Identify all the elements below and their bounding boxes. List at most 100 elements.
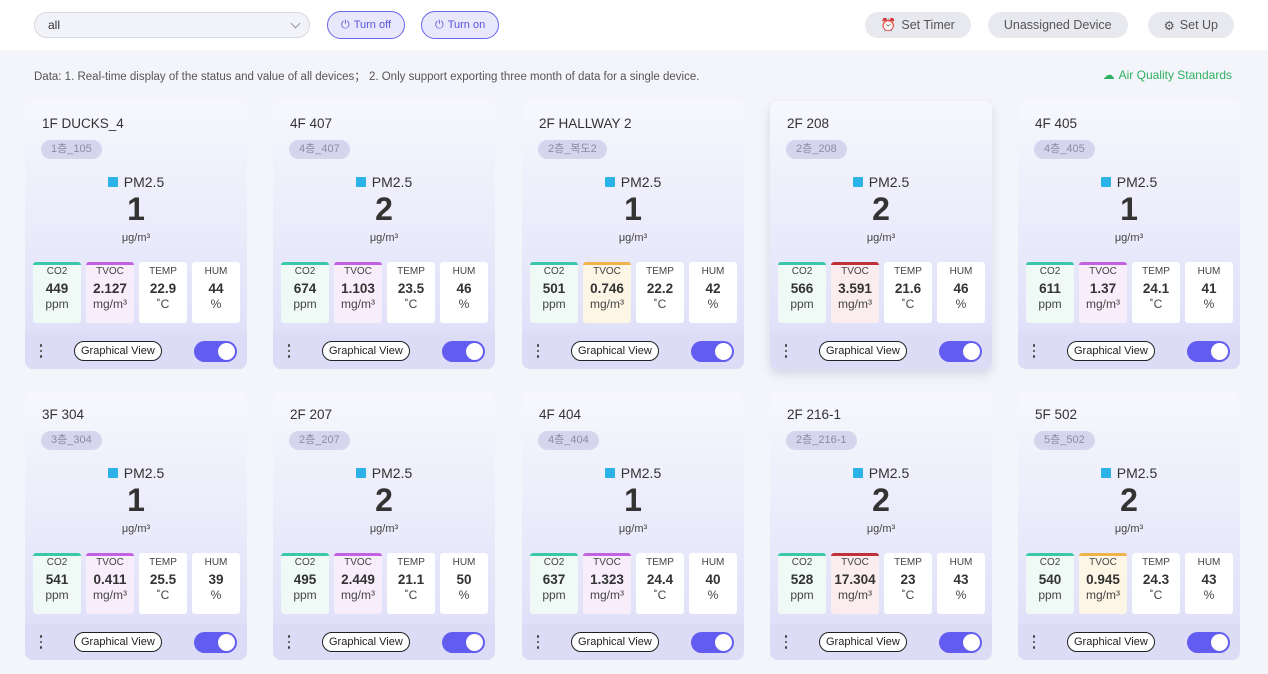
hum-label: HUM — [1197, 266, 1221, 277]
temp-value: 21.1 — [397, 572, 425, 587]
co2-unit: ppm — [293, 297, 317, 311]
set-timer-button[interactable]: ⏰ Set Timer — [864, 12, 971, 38]
tvoc-value: 0.945 — [1086, 572, 1120, 587]
pm-label-row: PM2.5 — [25, 465, 247, 481]
power-icon: ⏻ — [341, 18, 350, 31]
pm-unit: μg/m³ — [618, 523, 648, 535]
co2-metric: CO2 501 ppm — [530, 262, 578, 323]
unassigned-device-button[interactable]: Unassigned Device — [987, 12, 1128, 38]
graphical-view-button[interactable]: Graphical View — [74, 632, 162, 652]
tvoc-label: TVOC — [96, 557, 124, 568]
graphical-view-button[interactable]: Graphical View — [322, 632, 410, 652]
graphical-view-button[interactable]: Graphical View — [1067, 341, 1155, 361]
temp-label: TEMP — [397, 266, 425, 277]
device-power-toggle[interactable] — [1187, 340, 1230, 362]
card-footer: Graphical View — [522, 333, 744, 369]
hum-value: 46 — [456, 281, 472, 296]
temp-metric: TEMP 22.2 ˚C — [636, 262, 684, 323]
co2-value: 637 — [542, 572, 566, 587]
co2-metric: CO2 611 ppm — [1026, 262, 1074, 323]
co2-label: CO2 — [791, 557, 813, 568]
device-tag: 2층_207 — [289, 431, 350, 450]
graphical-view-button[interactable]: Graphical View — [571, 632, 659, 652]
air-quality-standards-link[interactable]: ☁ Air Quality Standards — [1103, 68, 1232, 82]
more-options-icon[interactable] — [784, 635, 788, 649]
device-card[interactable]: 2F 207 2층_207 PM2.5 2 μg/m³ CO2 495 ppm … — [273, 392, 495, 660]
device-name: 5F 502 — [1035, 407, 1078, 422]
tvoc-metric: TVOC 0.746 mg/m³ — [583, 262, 631, 323]
device-filter-select[interactable]: all — [34, 12, 310, 38]
device-card[interactable]: 1F DUCKS_4 1층_105 PM2.5 1 μg/m³ CO2 449 … — [25, 101, 247, 369]
tvoc-metric: TVOC 0.411 mg/m³ — [86, 553, 134, 614]
co2-unit: ppm — [45, 297, 69, 311]
card-footer: Graphical View — [1018, 333, 1240, 369]
more-options-icon[interactable] — [39, 344, 43, 358]
temp-metric: TEMP 21.6 ˚C — [884, 262, 932, 323]
more-options-icon[interactable] — [287, 344, 291, 358]
device-card[interactable]: 2F 216-1 2층_216-1 PM2.5 2 μg/m³ CO2 528 … — [770, 392, 992, 660]
more-options-icon[interactable] — [536, 635, 540, 649]
pm-value: 2 — [872, 482, 890, 518]
graphical-view-button[interactable]: Graphical View — [819, 632, 907, 652]
temp-value: 24.4 — [646, 572, 674, 587]
pm-color-square-icon — [107, 177, 118, 187]
pm-color-square-icon — [852, 468, 863, 478]
more-options-icon[interactable] — [39, 635, 43, 649]
turn-off-button[interactable]: ⏻ Turn off — [327, 11, 405, 39]
device-card[interactable]: 4F 407 4층_407 PM2.5 2 μg/m³ CO2 674 ppm … — [273, 101, 495, 369]
co2-value: 566 — [790, 281, 814, 296]
graphical-view-button[interactable]: Graphical View — [322, 341, 410, 361]
device-card[interactable]: 3F 304 3층_304 PM2.5 1 μg/m³ CO2 541 ppm … — [25, 392, 247, 660]
pm-unit: μg/m³ — [121, 232, 151, 244]
device-name: 2F HALLWAY 2 — [539, 116, 632, 131]
device-power-toggle[interactable] — [442, 631, 485, 653]
device-card[interactable]: 2F HALLWAY 2 2층_복도2 PM2.5 1 μg/m³ CO2 50… — [522, 101, 744, 369]
hum-unit: % — [210, 297, 222, 311]
device-power-toggle[interactable] — [1187, 631, 1230, 653]
tvoc-metric: TVOC 3.591 mg/m³ — [831, 262, 879, 323]
tvoc-unit: mg/m³ — [341, 588, 375, 602]
set-up-button[interactable]: ⚙ Set Up — [1147, 12, 1234, 38]
more-options-icon[interactable] — [287, 635, 291, 649]
hum-metric: HUM 50 % — [440, 553, 488, 614]
co2-unit: ppm — [790, 588, 814, 602]
device-power-toggle[interactable] — [691, 631, 734, 653]
device-power-toggle[interactable] — [194, 340, 237, 362]
hum-label: HUM — [204, 557, 228, 568]
device-power-toggle[interactable] — [194, 631, 237, 653]
device-power-toggle[interactable] — [939, 631, 982, 653]
device-tag: 3층_304 — [41, 431, 102, 450]
pm-label: PM2.5 — [371, 174, 413, 190]
tvoc-unit: mg/m³ — [1086, 297, 1120, 311]
more-options-icon[interactable] — [1032, 635, 1036, 649]
card-footer: Graphical View — [273, 333, 495, 369]
pm-label-row: PM2.5 — [522, 465, 744, 481]
device-card[interactable]: 2F 208 2층_208 PM2.5 2 μg/m³ CO2 566 ppm … — [770, 101, 992, 369]
turn-on-button[interactable]: ⏻ Turn on — [421, 11, 500, 39]
metrics-row: CO2 674 ppm TVOC 1.103 mg/m³ TEMP 23.5 ˚… — [281, 262, 488, 323]
hum-value: 43 — [1201, 572, 1217, 587]
hum-label: HUM — [452, 266, 476, 277]
device-power-toggle[interactable] — [442, 340, 485, 362]
temp-unit: ˚C — [156, 588, 170, 602]
device-power-toggle[interactable] — [939, 340, 982, 362]
temp-label: TEMP — [397, 557, 425, 568]
device-card[interactable]: 5F 502 5층_502 PM2.5 2 μg/m³ CO2 540 ppm … — [1018, 392, 1240, 660]
tvoc-metric: TVOC 0.945 mg/m³ — [1079, 553, 1127, 614]
graphical-view-button[interactable]: Graphical View — [74, 341, 162, 361]
more-options-icon[interactable] — [536, 344, 540, 358]
device-card[interactable]: 4F 405 4층_405 PM2.5 1 μg/m³ CO2 611 ppm … — [1018, 101, 1240, 369]
metrics-row: CO2 540 ppm TVOC 0.945 mg/m³ TEMP 24.3 ˚… — [1026, 553, 1233, 614]
device-power-toggle[interactable] — [691, 340, 734, 362]
graphical-view-button[interactable]: Graphical View — [819, 341, 907, 361]
co2-label: CO2 — [46, 266, 68, 277]
gear-icon: ⚙ — [1163, 18, 1175, 33]
more-options-icon[interactable] — [784, 344, 788, 358]
temp-value: 24.3 — [1142, 572, 1170, 587]
more-options-icon[interactable] — [1032, 344, 1036, 358]
graphical-view-button[interactable]: Graphical View — [1067, 632, 1155, 652]
temp-unit: ˚C — [901, 297, 915, 311]
device-card[interactable]: 4F 404 4층_404 PM2.5 1 μg/m³ CO2 637 ppm … — [522, 392, 744, 660]
graphical-view-button[interactable]: Graphical View — [571, 341, 659, 361]
pm-unit: μg/m³ — [866, 232, 896, 244]
